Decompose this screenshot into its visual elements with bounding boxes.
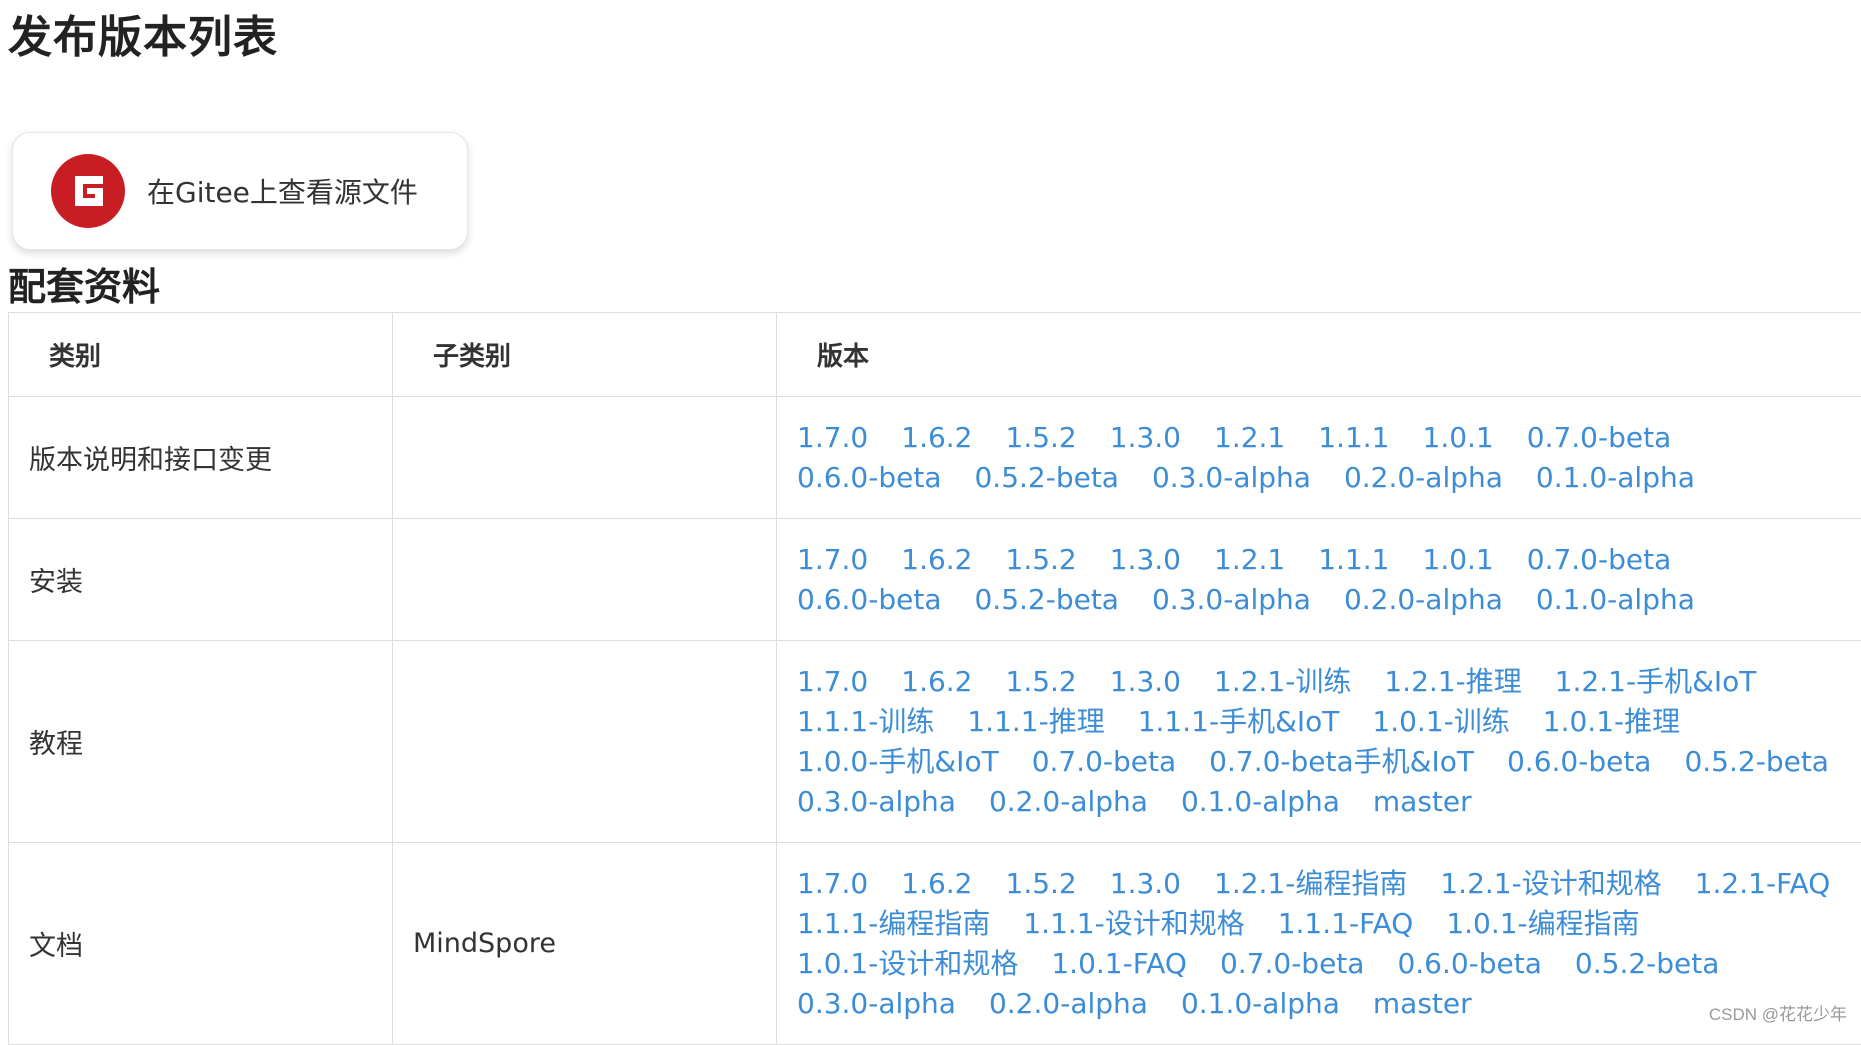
version-link[interactable]: 0.5.2-beta [974,580,1118,620]
category-cell: 教程 [9,641,393,843]
versions-cell: 1.7.0 1.6.2 1.5.2 1.3.0 1.2.1 1.1.1 1.0.1 0.7.0… [777,397,1861,519]
version-link[interactable]: 0.7.0-beta [1220,944,1364,984]
column-header-subcategory: 子类别 [393,313,777,397]
version-link[interactable]: 1.7.0 [797,418,868,458]
version-link[interactable]: 0.6.0-beta [797,458,941,498]
version-link[interactable]: master [1373,782,1472,822]
version-link[interactable]: 0.1.0-alpha [1181,782,1340,822]
category-cell: 版本说明和接口变更 [9,397,393,519]
version-link[interactable]: 0.2.0-alpha [1344,458,1503,498]
version-link[interactable]: 0.7.0-beta手机&IoT [1209,742,1474,782]
subcategory-cell [393,397,777,519]
version-link[interactable]: 1.2.1 [1214,418,1285,458]
version-link[interactable]: 1.0.1 [1423,540,1494,580]
version-link[interactable]: 0.2.0-alpha [989,782,1148,822]
version-link[interactable]: 1.5.2 [1006,864,1077,904]
version-link[interactable]: 1.0.1-设计和规格 [797,944,1018,984]
version-link[interactable]: 0.3.0-alpha [1152,458,1311,498]
view-source-label: 在Gitee上查看源文件 [147,171,418,211]
version-link[interactable]: 1.2.1-训练 [1214,662,1351,702]
versions-cell: 1.7.0 1.6.2 1.5.2 1.3.0 1.2.1 1.1.1 1.0.1 0.7.0… [777,519,1861,641]
versions-cell: 1.7.0 1.6.2 1.5.2 1.3.0 1.2.1-编程指南 1.2.1-设计和规… [777,843,1861,1045]
version-link[interactable]: 1.1.1-编程指南 [797,904,990,944]
version-link[interactable]: 0.3.0-alpha [797,782,956,822]
version-link[interactable]: 0.1.0-alpha [1536,458,1695,498]
version-link[interactable]: 1.7.0 [797,864,868,904]
category-cell: 安装 [9,519,393,641]
subcategory-cell [393,519,777,641]
version-link[interactable]: 1.1.1 [1318,540,1389,580]
version-link[interactable]: 1.2.1-FAQ [1695,864,1831,904]
version-link[interactable]: 1.5.2 [1006,540,1077,580]
category-cell: 文档 [9,843,393,1045]
version-link[interactable]: 0.5.2-beta [974,458,1118,498]
table-row: 教程 1.7.01.6.21.5.21.3.01.2.1-训练1.2.1-推理1… [9,641,1861,843]
version-list: 1.7.0 1.6.2 1.5.2 1.3.0 1.2.1-训练 1.2.1-推理 1.2.… [797,662,1861,822]
version-link[interactable]: 1.6.2 [901,540,972,580]
version-link[interactable]: 1.1.1-手机&IoT [1138,702,1340,742]
version-link[interactable]: 1.1.1-设计和规格 [1023,904,1244,944]
table-row: 安装 1.7.01.6.21.5.21.3.01.2.11.1.11.0.10.… [9,519,1861,641]
version-link[interactable]: 1.3.0 [1110,864,1181,904]
column-header-version: 版本 [777,313,1861,397]
version-link[interactable]: 0.5.2-beta [1575,944,1719,984]
version-link[interactable]: 0.7.0-beta [1527,540,1671,580]
versions-cell: 1.7.0 1.6.2 1.5.2 1.3.0 1.2.1-训练 1.2.1-推理 1.2.… [777,641,1861,843]
version-link[interactable]: 1.5.2 [1006,662,1077,702]
subcategory-cell: MindSpore [393,843,777,1045]
version-link[interactable]: 0.1.0-alpha [1181,984,1340,1024]
version-link[interactable]: 1.2.1 [1214,540,1285,580]
version-link[interactable]: 1.0.1-训练 [1372,702,1509,742]
version-link[interactable]: 0.3.0-alpha [1152,580,1311,620]
version-link[interactable]: 1.7.0 [797,662,868,702]
page-title: 发布版本列表 [8,10,278,66]
version-link[interactable]: 1.0.1-编程指南 [1446,904,1639,944]
version-link[interactable]: 0.6.0-beta [1507,742,1651,782]
version-link[interactable]: master [1373,984,1472,1024]
gitee-logo-icon [51,154,125,228]
version-link[interactable]: 0.2.0-alpha [1344,580,1503,620]
version-list: 1.7.0 1.6.2 1.5.2 1.3.0 1.2.1 1.1.1 1.0.1 0.7.0… [797,540,1861,620]
version-link[interactable]: 0.7.0-beta [1527,418,1671,458]
version-link[interactable]: 1.6.2 [901,662,972,702]
version-link[interactable]: 1.5.2 [1006,418,1077,458]
version-link[interactable]: 1.6.2 [901,418,972,458]
version-link[interactable]: 1.1.1-推理 [967,702,1104,742]
version-link[interactable]: 0.7.0-beta [1032,742,1176,782]
column-header-category: 类别 [9,313,393,397]
table-row: 文档 MindSpore 1.7.0 1.6.2 1.5.2 1.3.0 1.2.1-编… [9,843,1861,1045]
version-list: 1.7.0 1.6.2 1.5.2 1.3.0 1.2.1-编程指南 1.2.1-设计和规… [797,864,1861,1024]
version-link[interactable]: 1.7.0 [797,540,868,580]
version-link[interactable]: 0.3.0-alpha [797,984,956,1024]
table-row: 版本说明和接口变更 1.7.0 1.6.2 1.5.2 1.3.0 1.2.1 1.1.1… [9,397,1861,519]
version-link[interactable]: 0.6.0-beta [1397,944,1541,984]
version-link[interactable]: 1.6.2 [901,864,972,904]
version-link[interactable]: 0.5.2-beta [1684,742,1828,782]
version-link[interactable]: 1.0.1 [1423,418,1494,458]
version-link[interactable]: 1.3.0 [1110,418,1181,458]
view-source-on-gitee-button[interactable]: 在Gitee上查看源文件 [12,132,468,250]
version-link[interactable]: 1.1.1-训练 [797,702,934,742]
version-link[interactable]: 1.0.0-手机&IoT [797,742,999,782]
version-link[interactable]: 0.2.0-alpha [989,984,1148,1024]
version-link[interactable]: 0.1.0-alpha [1536,580,1695,620]
version-link[interactable]: 0.6.0-beta [797,580,941,620]
version-list: 1.7.0 1.6.2 1.5.2 1.3.0 1.2.1 1.1.1 1.0.1 0.7.0… [797,418,1861,498]
version-link[interactable]: 1.2.1-设计和规格 [1440,864,1661,904]
version-link[interactable]: 1.2.1-编程指南 [1214,864,1407,904]
version-link[interactable]: 1.1.1 [1318,418,1389,458]
section-title: 配套资料 [8,262,160,312]
version-link[interactable]: 1.0.1-FAQ [1051,944,1187,984]
version-link[interactable]: 1.0.1-推理 [1543,702,1680,742]
version-link[interactable]: 1.1.1-FAQ [1278,904,1414,944]
version-link[interactable]: 1.2.1-推理 [1384,662,1521,702]
table-header-row: 类别 子类别 版本 [9,313,1861,397]
watermark: CSDN @花花少年 [1709,1000,1847,1025]
subcategory-cell [393,641,777,843]
version-link[interactable]: 1.3.0 [1110,662,1181,702]
version-link[interactable]: 1.2.1-手机&IoT [1555,662,1757,702]
materials-table: 类别 子类别 版本 版本说明和接口变更 1.7.0 1.6.2 1.5.2 1.3.0… [8,312,1861,1045]
version-link[interactable]: 1.3.0 [1110,540,1181,580]
